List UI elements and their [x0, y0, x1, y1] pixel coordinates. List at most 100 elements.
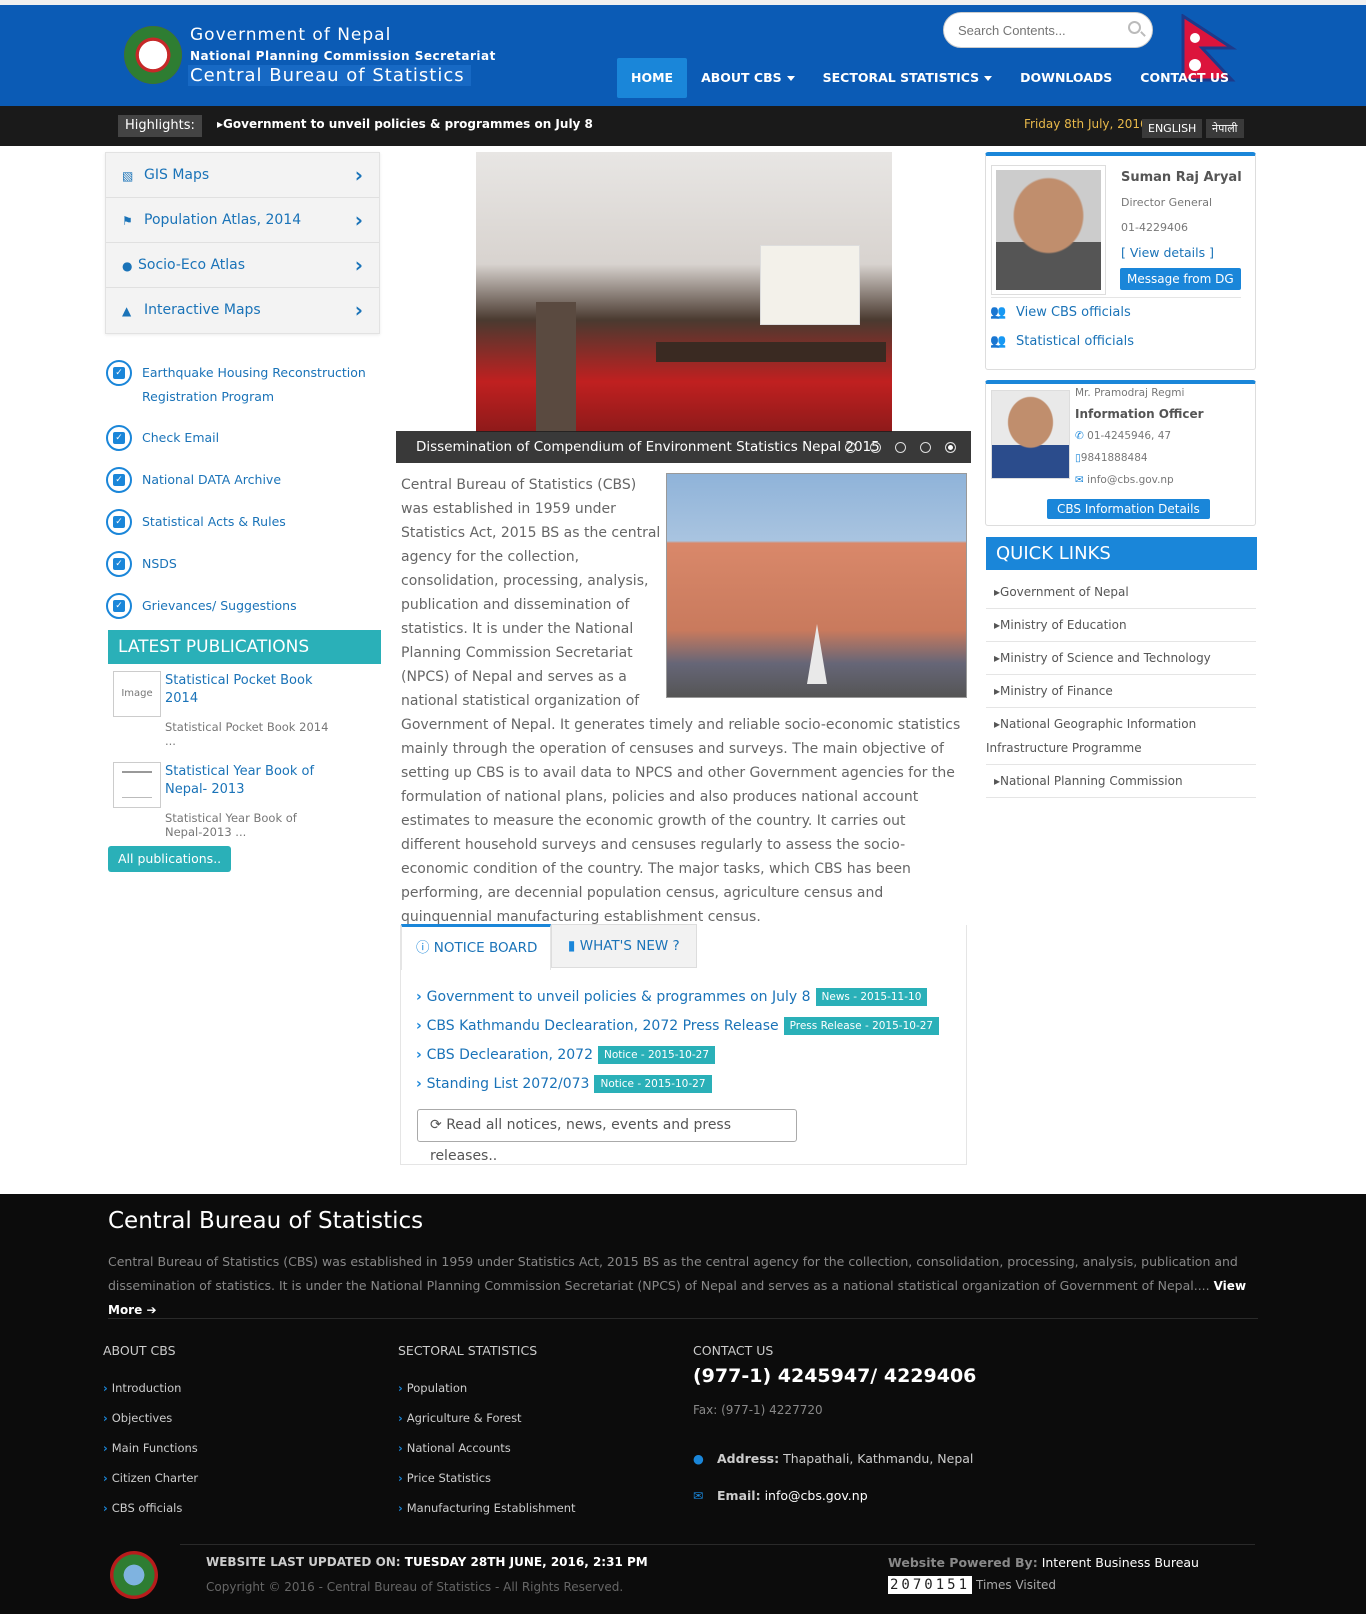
email-label: Email:	[717, 1488, 761, 1503]
link-earthquake-housing[interactable]: ✓ Earthquake Housing Reconstruction Regis…	[106, 360, 376, 416]
notice-title[interactable]: Standing List 2072/073	[416, 1076, 590, 1092]
search-icon[interactable]	[1128, 21, 1141, 34]
footer-link-main-functions[interactable]: Main Functions	[103, 1441, 198, 1455]
powered-label: Website Powered By:	[888, 1555, 1038, 1570]
footer-sectoral-heading: SECTORAL STATISTICS	[398, 1343, 538, 1358]
map-marker-icon: ●	[693, 1451, 704, 1466]
statistical-officials-link[interactable]: 👥 Statistical officials	[990, 334, 1134, 349]
footer-link-national-accounts[interactable]: National Accounts	[398, 1441, 511, 1455]
email-value[interactable]: info@cbs.gov.np	[765, 1488, 868, 1503]
dg-view-details-link[interactable]: [ View details ]	[1121, 245, 1214, 260]
publication-thumbnail[interactable]: Image	[113, 671, 161, 717]
slider-dot[interactable]	[845, 442, 856, 453]
chevron-right-icon: ›	[354, 298, 363, 322]
link-label: Statistical officials	[1016, 334, 1134, 349]
menu-item-socio-eco-atlas[interactable]: ● Socio-Eco Atlas ›	[106, 243, 379, 288]
link-label: View CBS officials	[1016, 305, 1131, 320]
publication-desc: Statistical Year Book of Nepal-2013 ...	[165, 811, 297, 839]
cbs-information-details-button[interactable]: CBS Information Details	[1047, 499, 1210, 519]
nav-downloads-label: DOWNLOADS	[1020, 70, 1113, 85]
publication-title-link[interactable]: Statistical Pocket Book 2014	[165, 672, 315, 708]
quick-link-ministry-finance[interactable]: Ministry of Finance	[986, 675, 1256, 708]
tab-whats-new[interactable]: ▮ WHAT'S NEW ?	[551, 924, 697, 968]
notice-title[interactable]: CBS Declearation, 2072	[416, 1047, 593, 1063]
link-check-email[interactable]: ✓ Check Email	[106, 425, 219, 465]
quick-link-ministry-science[interactable]: Ministry of Science and Technology	[986, 642, 1256, 675]
area-chart-icon: ▲	[122, 304, 132, 318]
powered-value[interactable]: Interent Business Bureau	[1042, 1555, 1199, 1570]
nav-about-cbs[interactable]: ABOUT CBS	[687, 58, 809, 98]
users-icon: 👥	[990, 305, 1007, 320]
publication-desc: Statistical Pocket Book 2014 ...	[165, 720, 329, 748]
footer-link-citizen-charter[interactable]: Citizen Charter	[103, 1471, 198, 1485]
footer-link-objectives[interactable]: Objectives	[103, 1411, 173, 1425]
caret-down-icon	[786, 76, 795, 81]
info-officer-phone: ✆ 01-4245946, 47	[1075, 430, 1171, 442]
nav-home[interactable]: HOME	[617, 58, 688, 98]
publication-thumbnail[interactable]	[113, 762, 161, 808]
phone-value: 01-4245946, 47	[1087, 430, 1172, 442]
footer-title: Central Bureau of Statistics	[108, 1208, 424, 1234]
notice-item[interactable]: Government to unveil policies & programm…	[416, 985, 928, 1009]
footer-link-introduction[interactable]: Introduction	[103, 1381, 182, 1395]
link-label: NSDS	[142, 556, 177, 571]
info-officer-photo	[991, 390, 1070, 479]
menu-item-population-atlas[interactable]: ⚑ Population Atlas, 2014 ›	[106, 198, 379, 243]
quick-link-npc[interactable]: National Planning Commission	[986, 765, 1256, 798]
search-input[interactable]	[943, 12, 1153, 48]
highlights-ticker-link[interactable]: Government to unveil policies & programm…	[217, 117, 593, 131]
tab-notice-board[interactable]: ⓘ NOTICE BOARD	[401, 924, 551, 970]
all-publications-button[interactable]: All publications..	[108, 846, 232, 872]
read-all-notices-button[interactable]: ⟳ Read all notices, news, events and pre…	[417, 1109, 797, 1164]
link-national-data-archive[interactable]: ✓ National DATA Archive	[106, 467, 281, 507]
language-nepali-button[interactable]: नेपाली	[1206, 119, 1244, 138]
info-officer-mobile: ▯9841888484	[1075, 452, 1148, 464]
info-officer-email: ✉ info@cbs.gov.np	[1075, 474, 1174, 486]
nav-contact-us[interactable]: CONTACT US	[1126, 58, 1243, 98]
language-english-button[interactable]: ENGLISH	[1142, 119, 1203, 138]
view-cbs-officials-link[interactable]: 👥 View CBS officials	[990, 305, 1131, 320]
notice-item[interactable]: Standing List 2072/073Notice - 2015-10-2…	[416, 1072, 712, 1096]
quick-link-govt-nepal[interactable]: Government of Nepal	[986, 576, 1256, 609]
footer-address: ● Address: Thapathali, Kathmandu, Nepal	[693, 1451, 973, 1466]
notice-title[interactable]: CBS Kathmandu Declearation, 2072 Press R…	[416, 1018, 779, 1034]
footer-link-agriculture[interactable]: Agriculture & Forest	[398, 1411, 522, 1425]
nav-sectoral-statistics[interactable]: SECTORAL STATISTICS	[809, 58, 1007, 98]
slider-dot[interactable]	[920, 442, 931, 453]
footer-link-cbs-officials[interactable]: CBS officials	[103, 1501, 183, 1515]
publication-title-link[interactable]: Statistical Year Book of Nepal- 2013	[165, 763, 315, 799]
nav-sectoral-label: SECTORAL STATISTICS	[822, 70, 980, 85]
link-statistical-acts[interactable]: ✓ Statistical Acts & Rules	[106, 509, 286, 549]
footer-link-price-statistics[interactable]: Price Statistics	[398, 1471, 491, 1485]
quick-link-ngiip[interactable]: National Geographic Information Infrastr…	[986, 708, 1256, 765]
slider-dot[interactable]	[870, 442, 881, 453]
message-from-dg-button[interactable]: Message from DG	[1120, 268, 1241, 290]
latest-publications-heading: LATEST PUBLICATIONS	[108, 630, 381, 664]
copyright-text: Copyright © 2016 - Central Bureau of Sta…	[206, 1580, 624, 1594]
chevron-right-icon: ›	[354, 208, 363, 232]
check-square-icon: ✓	[106, 467, 132, 493]
slider-dot[interactable]	[945, 442, 956, 453]
link-nsds[interactable]: ✓ NSDS	[106, 551, 177, 591]
menu-item-interactive-maps[interactable]: ▲ Interactive Maps ›	[106, 288, 379, 333]
menu-item-gis-maps[interactable]: ▧ GIS Maps ›	[106, 153, 379, 198]
slider-dot[interactable]	[895, 442, 906, 453]
footer-link-population[interactable]: Population	[398, 1381, 467, 1395]
notice-item[interactable]: CBS Kathmandu Declearation, 2072 Press R…	[416, 1014, 940, 1038]
quick-link-ministry-education[interactable]: Ministry of Education	[986, 609, 1256, 642]
nepal-emblem-logo[interactable]	[124, 26, 182, 84]
footer-link-manufacturing[interactable]: Manufacturing Establishment	[398, 1501, 576, 1515]
nav-downloads[interactable]: DOWNLOADS	[1006, 58, 1126, 98]
notice-badge: Press Release - 2015-10-27	[783, 1017, 940, 1035]
nav-home-label: HOME	[631, 70, 674, 85]
notice-item[interactable]: CBS Declearation, 2072Notice - 2015-10-2…	[416, 1043, 716, 1067]
main-nav: HOME ABOUT CBS SECTORAL STATISTICS DOWNL…	[617, 58, 1243, 98]
nav-about-label: ABOUT CBS	[701, 70, 782, 85]
header-title-cbs[interactable]: Central Bureau of Statistics	[188, 65, 471, 86]
envelope-icon: ✉	[1075, 474, 1088, 486]
link-grievances[interactable]: ✓ Grievances/ Suggestions	[106, 593, 297, 633]
check-square-icon: ✓	[106, 593, 132, 619]
tab-notice-label: NOTICE BOARD	[433, 940, 538, 956]
visit-counter: 2070151 Times Visited	[888, 1576, 1056, 1594]
notice-title[interactable]: Government to unveil policies & programm…	[416, 989, 811, 1005]
